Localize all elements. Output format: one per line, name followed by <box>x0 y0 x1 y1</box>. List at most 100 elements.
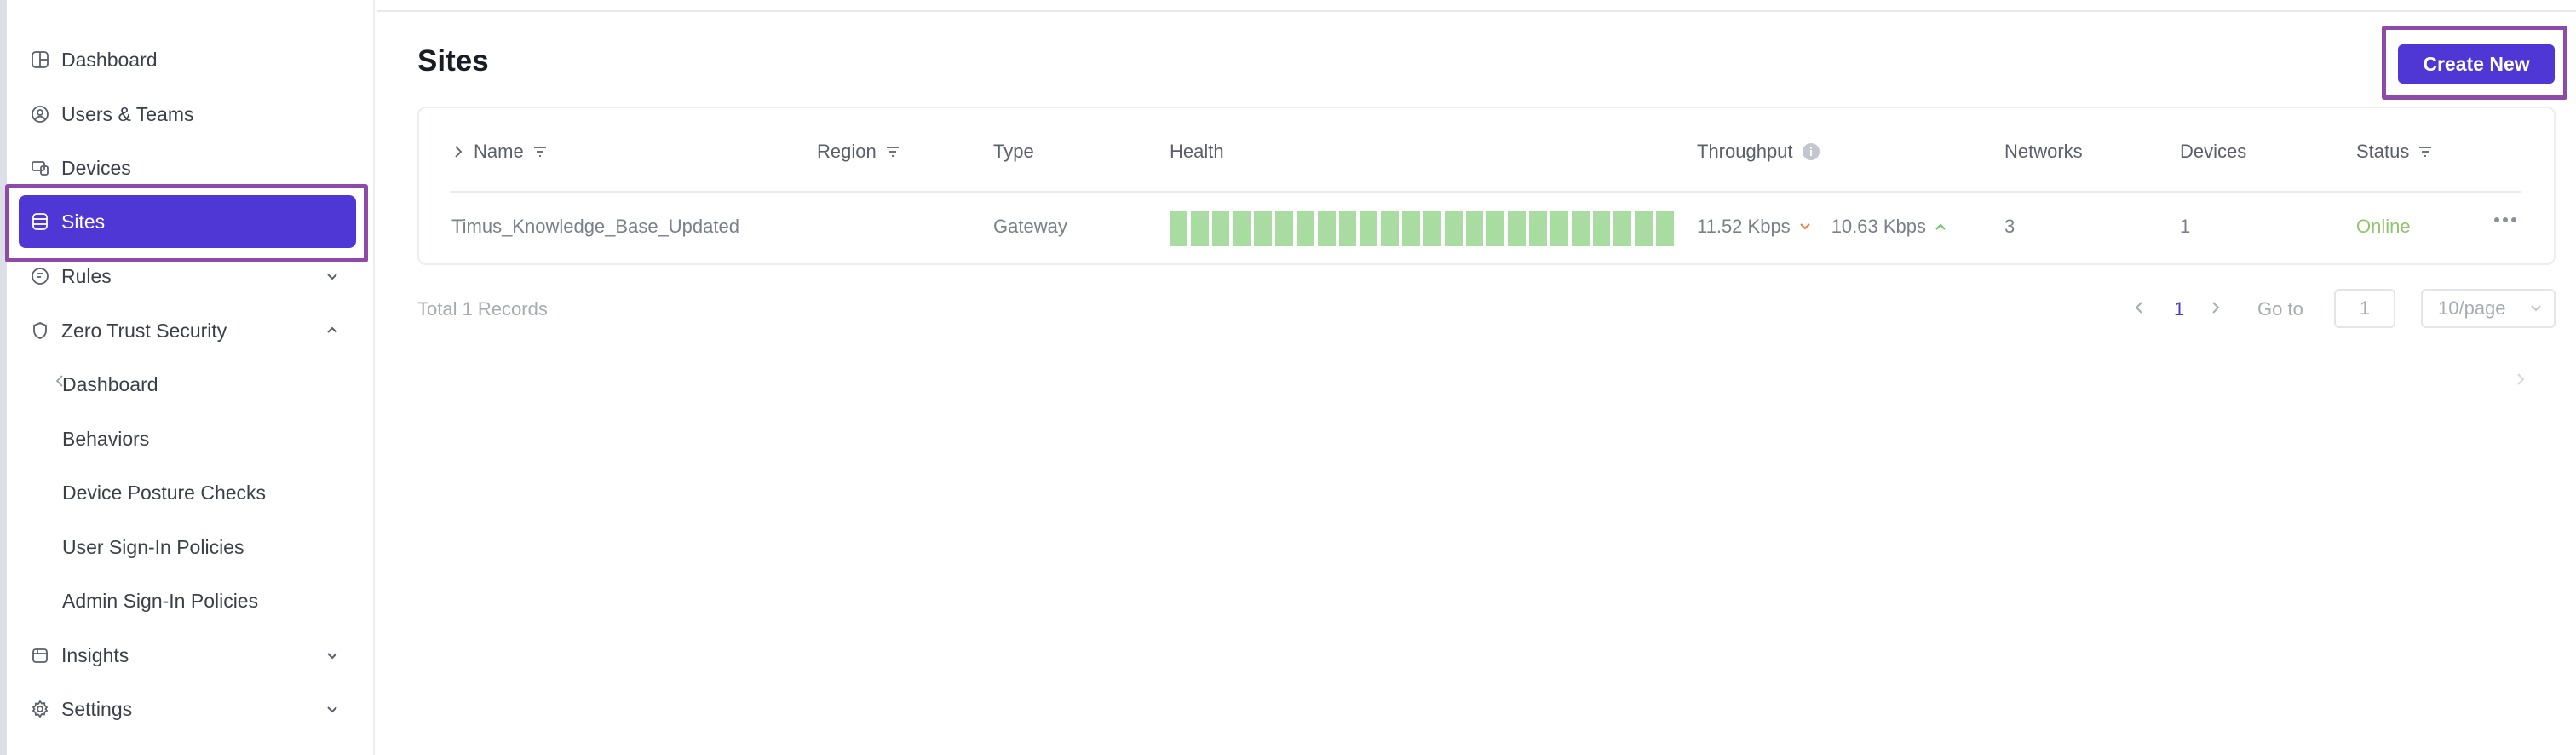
shield-icon <box>31 321 49 340</box>
sidebar-item-users-teams[interactable]: Users & Teams <box>7 87 375 141</box>
info-icon[interactable] <box>1802 142 1820 161</box>
arrow-up-icon <box>1935 223 1946 230</box>
settings-icon <box>31 700 49 718</box>
chevron-down-icon <box>327 274 337 280</box>
health-bar-segment <box>1613 211 1632 246</box>
health-bar-segment <box>1233 211 1251 246</box>
health-bar-segment <box>1635 211 1653 246</box>
health-bar-segment <box>1381 211 1400 246</box>
sidebar-item-label: Devices <box>61 156 131 179</box>
goto-page-input[interactable]: 1 <box>2334 289 2395 328</box>
sidebar-item-settings[interactable]: Settings <box>7 682 375 736</box>
health-bar-segment <box>1656 211 1674 246</box>
sidebar-item-zero-trust-security[interactable]: Zero Trust Security <box>7 303 375 358</box>
total-records: Total 1 Records <box>417 298 548 320</box>
sidebar-item-label: Settings <box>61 697 133 720</box>
health-bar-segment <box>1338 211 1357 246</box>
highlight-box-create-new <box>2382 26 2567 100</box>
sidebar-subitem-label: Device Posture Checks <box>62 481 267 504</box>
window-edge <box>0 0 7 755</box>
page-size-value: 10/page <box>2438 297 2506 319</box>
page-title: Sites <box>417 44 489 78</box>
chevron-right-icon[interactable] <box>2513 368 2528 390</box>
rules-icon <box>31 267 49 285</box>
filter-icon[interactable] <box>885 146 900 158</box>
health-bar-segment <box>1402 211 1420 246</box>
health-bar-segment <box>1317 211 1336 246</box>
sidebar-subitem-user-sign-in-policies[interactable]: User Sign-In Policies <box>7 520 375 574</box>
throughput-down-value: 11.52 Kbps <box>1697 216 1791 237</box>
goto-label: Go to <box>2257 298 2303 320</box>
health-bar-strip <box>1170 211 1674 246</box>
health-bar-segment <box>1550 211 1568 246</box>
sidebar-subitem-admin-sign-in-policies[interactable]: Admin Sign-In Policies <box>7 573 375 628</box>
health-bar-segment <box>1211 211 1230 246</box>
health-bar-segment <box>1423 211 1441 246</box>
column-header-devices: Devices <box>2180 141 2246 163</box>
health-bar-segment <box>1508 211 1527 246</box>
chevron-down-icon <box>327 706 337 713</box>
table-header-divider <box>450 191 2521 193</box>
cell-devices: 1 <box>2180 216 2191 237</box>
more-options-icon[interactable] <box>2494 210 2520 230</box>
sidebar-subitem-device-posture-checks[interactable]: Device Posture Checks <box>7 465 375 520</box>
insights-icon <box>31 646 49 665</box>
cell-name[interactable]: Timus_Knowledge_Base_Updated <box>451 215 739 239</box>
page-size-select[interactable]: 10/page <box>2421 289 2556 328</box>
chevron-down-icon <box>327 653 337 660</box>
column-header-status[interactable]: Status <box>2356 141 2433 163</box>
column-header-health: Health <box>1170 141 1224 163</box>
sidebar-subitem-label: User Sign-In Policies <box>62 535 244 558</box>
cell-status: Online <box>2356 216 2411 237</box>
sidebar-subitem-label: Behaviors <box>62 427 150 450</box>
health-bar-segment <box>1444 211 1463 246</box>
cell-type: Gateway <box>993 216 1067 237</box>
health-bar-segment <box>1360 211 1378 246</box>
column-label: Status <box>2356 141 2410 162</box>
health-bar-segment <box>1465 211 1484 246</box>
dashboard-icon <box>31 50 49 69</box>
column-label: Networks <box>2004 141 2083 162</box>
sidebar-subitem-dashboard[interactable]: Dashboard <box>7 357 375 412</box>
chevron-down-icon <box>2531 305 2541 312</box>
sidebar-subitem-label: Admin Sign-In Policies <box>62 589 259 612</box>
health-bar-segment <box>1592 211 1611 246</box>
sidebar-item-label: Zero Trust Security <box>61 319 227 342</box>
page-number-current[interactable]: 1 <box>2174 298 2184 320</box>
app-root: Dashboard Users & Teams Devices Sites Ru… <box>0 0 2576 755</box>
chevron-right-icon[interactable] <box>451 144 465 159</box>
column-header-type: Type <box>993 141 1034 163</box>
arrow-down-icon <box>1799 223 1810 230</box>
column-label: Name <box>474 141 524 162</box>
health-bar-segment <box>1296 211 1314 246</box>
column-label: Throughput <box>1697 141 1793 162</box>
health-bar-segment <box>1571 211 1590 246</box>
filter-icon[interactable] <box>2418 146 2433 158</box>
sidebar-item-dashboard[interactable]: Dashboard <box>7 32 375 87</box>
sidebar-item-label: Insights <box>61 643 129 666</box>
column-label: Type <box>993 141 1034 162</box>
column-header-name[interactable]: Name <box>451 141 548 163</box>
health-bar-segment <box>1486 211 1505 246</box>
column-header-throughput: Throughput <box>1697 141 1820 163</box>
sidebar: Dashboard Users & Teams Devices Sites Ru… <box>7 0 375 755</box>
sidebar-item-label: Users & Teams <box>61 102 194 125</box>
column-label: Region <box>817 141 877 162</box>
throughput-up-value: 10.63 Kbps <box>1831 216 1926 237</box>
sidebar-item-insights[interactable]: Insights <box>7 628 375 683</box>
chevron-left-icon[interactable] <box>2130 295 2148 320</box>
sidebar-subitem-behaviors[interactable]: Behaviors <box>7 412 375 466</box>
cell-throughput: 11.52 Kbps 10.63 Kbps <box>1697 215 1948 239</box>
health-bar-segment <box>1190 211 1209 246</box>
sidebar-item-label: Rules <box>61 264 112 287</box>
filter-icon[interactable] <box>532 146 548 158</box>
health-bar-segment <box>1275 211 1293 246</box>
column-header-region[interactable]: Region <box>817 141 900 163</box>
chevron-right-icon[interactable] <box>2206 295 2225 320</box>
chevron-up-icon <box>327 326 337 333</box>
health-bar-segment <box>1170 211 1187 246</box>
sidebar-item-label: Dashboard <box>61 48 158 71</box>
top-divider <box>377 10 2576 12</box>
devices-icon <box>31 158 49 177</box>
health-bar-segment <box>1529 211 1547 246</box>
